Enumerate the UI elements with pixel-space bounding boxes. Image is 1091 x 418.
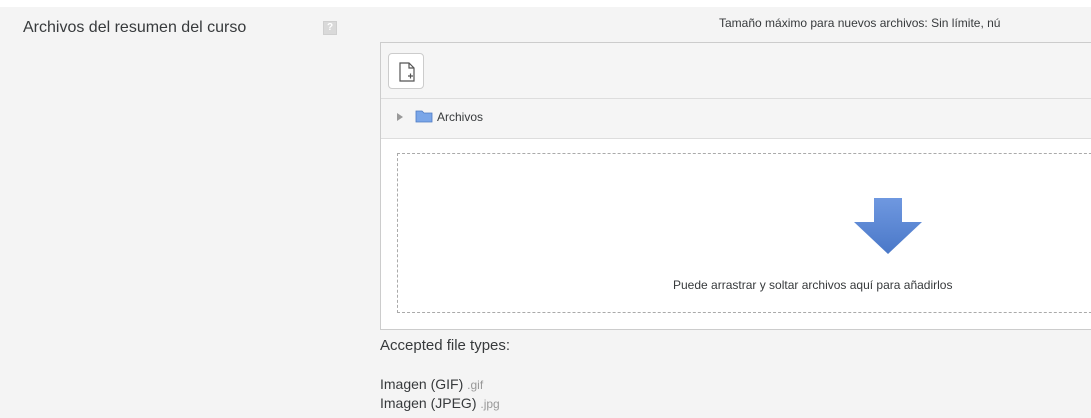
folder-icon — [415, 110, 433, 123]
add-file-button[interactable] — [388, 53, 424, 89]
type-ext: .gif — [467, 378, 484, 392]
page: Archivos del resumen del curso ? Tamaño … — [0, 0, 1091, 418]
accepted-types-title: Accepted file types: — [380, 337, 511, 354]
file-manager-toolbar — [381, 43, 1091, 99]
expand-arrow-icon[interactable] — [397, 113, 403, 121]
path-folder-label[interactable]: Archivos — [437, 110, 483, 124]
type-name: Imagen (GIF) — [380, 376, 464, 392]
path-bar: Archivos — [381, 99, 1091, 139]
accepted-type-item: Imagen (GIF) .gif — [380, 376, 483, 392]
file-drop-zone[interactable]: Puede arrastrar y soltar archivos aquí p… — [397, 153, 1091, 313]
accepted-type-item: Imagen (JPEG) .jpg — [380, 395, 500, 411]
field-label: Archivos del resumen del curso — [23, 19, 247, 36]
drop-instructions: Puede arrastrar y soltar archivos aquí p… — [673, 278, 953, 292]
help-icon[interactable]: ? — [323, 21, 337, 35]
course-summary-files-field: Archivos del resumen del curso ? Tamaño … — [0, 7, 1091, 418]
type-ext: .jpg — [480, 397, 500, 411]
file-add-icon — [399, 62, 415, 82]
arrow-down-icon — [854, 198, 922, 254]
max-file-size-text: Tamaño máximo para nuevos archivos: Sin … — [719, 16, 1001, 30]
file-manager: Archivos Puede arrastrar y soltar archiv… — [380, 42, 1091, 330]
type-name: Imagen (JPEG) — [380, 395, 477, 411]
